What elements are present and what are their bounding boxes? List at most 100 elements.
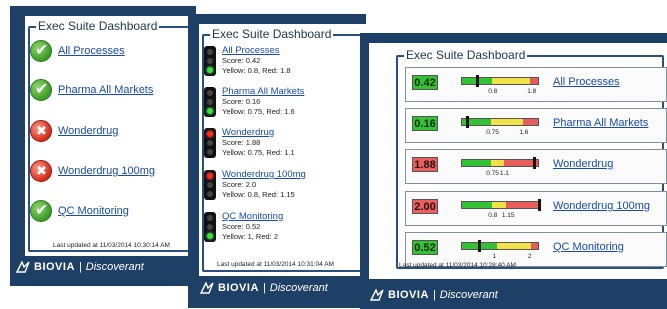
yellow-threshold-label: 0.8: [488, 212, 498, 219]
process-summary: QC Monitoring Score: 0.52 Yellow: 1, Red: …: [222, 212, 283, 242]
dashboard-title: Exec Suite Dashboard: [404, 48, 528, 62]
process-link[interactable]: Wonderdrug 100mg: [58, 165, 155, 177]
process-link[interactable]: QC Monitoring: [553, 241, 624, 253]
check-icon: [30, 200, 52, 222]
biovia-logo: BIOVIA | Discoverant: [200, 282, 328, 294]
traffic-light-icon: [204, 212, 216, 242]
yellow-threshold-label: 0.75: [486, 129, 499, 136]
traffic-light-icon: [204, 46, 216, 76]
threshold-text: Yellow: 0.75, Red: 1.1: [222, 148, 295, 157]
list-item: Wonderdrug 100mg: [30, 160, 155, 182]
process-summary: Wonderdrug Score: 1.88 Yellow: 0.75, Red: …: [222, 128, 295, 158]
threshold-text: Yellow: 0.8, Red: 1.8: [222, 66, 291, 75]
gauge-marker: [478, 240, 482, 252]
process-link[interactable]: All Processes: [553, 76, 620, 88]
yellow-threshold-label: 1: [492, 253, 497, 260]
list-item: Pharma All Markets: [30, 79, 153, 101]
process-link[interactable]: Wonderdrug: [58, 125, 118, 137]
gauge-segment-y: [490, 119, 523, 125]
gauge-segment-r: [505, 202, 538, 208]
table-row: 1.88 0.75 1.1 Wonderdrug: [405, 149, 667, 184]
gauge-bar: [461, 242, 539, 250]
score-badge: 0.52: [412, 240, 438, 255]
process-link[interactable]: Wonderdrug 100mg: [553, 200, 650, 212]
process-link[interactable]: QC Monitoring: [222, 212, 283, 222]
brand-name: BIOVIA: [34, 261, 75, 273]
gauge-segment-y: [496, 243, 532, 249]
red-threshold-label: 1.6: [519, 129, 529, 136]
process-link[interactable]: All Processes: [222, 46, 291, 56]
red-threshold-label: 1.8: [527, 88, 537, 95]
product-name: Discoverant: [439, 289, 498, 301]
gauge-segment-y: [490, 160, 504, 166]
list-item: Wonderdrug Score: 1.88 Yellow: 0.75, Red: …: [204, 128, 295, 158]
biovia-logo: BIOVIA | Discoverant: [370, 289, 498, 301]
red-threshold-label: 2: [527, 253, 532, 260]
score-badge: 0.16: [412, 116, 438, 131]
process-link[interactable]: Pharma All Markets: [222, 87, 304, 97]
gauge-marker: [533, 157, 537, 169]
brand-name: BIOVIA: [218, 282, 259, 294]
yellow-threshold-label: 0.8: [488, 88, 498, 95]
panel-content: Exec Suite Dashboard All Processes Pharma…: [25, 16, 193, 256]
gauge-segment-r: [522, 119, 538, 125]
ds-logo-icon: [16, 261, 30, 273]
score-text: Score: 2.0: [222, 180, 257, 189]
process-link[interactable]: Wonderdrug: [222, 128, 295, 138]
table-row: 0.42 0.8 1.8 All Processes: [405, 67, 667, 102]
table-row: 0.16 0.75 1.6 Pharma All Markets: [405, 108, 667, 143]
error-x-icon: [30, 160, 52, 182]
list-item: All Processes: [30, 40, 125, 62]
list-item: Wonderdrug: [30, 120, 118, 142]
gauge-bar: [461, 77, 539, 85]
last-updated-text: Last updated at 11/03/2014 10:30:14 AM: [53, 242, 170, 249]
process-link[interactable]: Pharma All Markets: [58, 84, 153, 96]
process-link[interactable]: All Processes: [58, 45, 125, 57]
product-name: Discoverant: [85, 261, 144, 273]
score-badge: 1.88: [412, 157, 438, 172]
process-summary: All Processes Score: 0.42 Yellow: 0.8, Red…: [222, 46, 291, 76]
yellow-threshold-label: 0.75: [486, 170, 499, 177]
dashboard-panel-gauges: Exec Suite Dashboard 0.42 0.8 1.8 All Proce…: [360, 33, 667, 309]
process-link[interactable]: QC Monitoring: [58, 205, 129, 217]
score-text: Score: 1.88: [222, 138, 261, 147]
gauge-marker: [538, 199, 541, 211]
gauge-segment-y: [492, 202, 506, 208]
gauge-marker: [476, 75, 480, 87]
brand-separator: |: [78, 261, 82, 273]
traffic-light-icon: [204, 87, 216, 117]
process-summary: Wonderdrug 100mg Score: 2.0 Yellow: 0.8, R…: [222, 170, 306, 200]
score-badge: 2.00: [412, 199, 438, 214]
gauge-segment-r: [530, 78, 538, 84]
traffic-light-icon: [204, 170, 216, 200]
ds-logo-icon: [200, 282, 214, 294]
process-summary: Pharma All Markets Score: 0.16 Yellow: 0.7…: [222, 87, 304, 117]
gauge-marker: [466, 116, 470, 128]
error-x-icon: [30, 120, 52, 142]
dashboard-panel-traffic-lights: Exec Suite Dashboard All Processes Score:…: [188, 14, 369, 308]
score-badge: 0.42: [412, 75, 438, 90]
screenshot-stage: Exec Suite Dashboard All Processes Pharma…: [0, 0, 667, 309]
traffic-light-icon: [204, 128, 216, 158]
threshold-text: Yellow: 1, Red: 2: [222, 232, 279, 241]
threshold-text: Yellow: 0.8, Red: 1.15: [222, 190, 295, 199]
process-link[interactable]: Pharma All Markets: [553, 117, 648, 129]
list-item: All Processes Score: 0.42 Yellow: 0.8, Red…: [204, 46, 291, 76]
gauge-bar: [461, 159, 539, 167]
process-link[interactable]: Wonderdrug: [553, 158, 613, 170]
dashboard-title: Exec Suite Dashboard: [210, 27, 334, 41]
list-item: Wonderdrug 100mg Score: 2.0 Yellow: 0.8, R…: [204, 170, 306, 200]
red-threshold-label: 1.1: [499, 170, 509, 177]
gauge-bar: [461, 201, 539, 209]
score-text: Score: 0.16: [222, 97, 261, 106]
product-name: Discoverant: [269, 282, 328, 294]
score-text: Score: 0.52: [222, 222, 261, 231]
score-text: Score: 0.42: [222, 56, 261, 65]
last-updated-text: Last updated at 11/03/2014 10:28:40 AM: [399, 262, 516, 269]
gauge-segment-r: [531, 243, 538, 249]
table-row: 2.00 0.8 1.15 Wonderdrug 100mg: [405, 191, 667, 226]
last-updated-text: Last updated at 11/03/2014 10:31:04 AM: [217, 261, 334, 268]
ds-logo-icon: [370, 289, 384, 301]
list-item: QC Monitoring Score: 0.52 Yellow: 1, Red: …: [204, 212, 283, 242]
process-link[interactable]: Wonderdrug 100mg: [222, 170, 306, 180]
